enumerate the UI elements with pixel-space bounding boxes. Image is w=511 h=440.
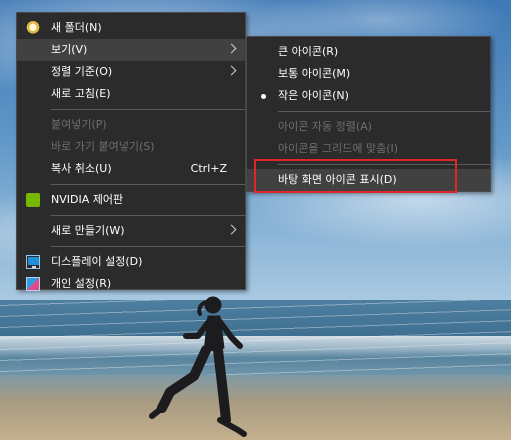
menu-item-paste[interactable]: 붙여넣기(P) xyxy=(17,114,245,136)
menu-separator xyxy=(278,111,490,112)
menu-item-label: 큰 아이콘(R) xyxy=(278,45,339,58)
menu-separator xyxy=(51,184,245,185)
chevron-right-icon xyxy=(226,43,237,54)
menu-separator xyxy=(51,246,245,247)
menu-item-new-folder[interactable]: 새 폴더(N) xyxy=(17,17,245,39)
menu-item-label: 붙여넣기(P) xyxy=(51,118,107,131)
menu-item-undo-copy[interactable]: 복사 취소(U) Ctrl+Z xyxy=(17,158,245,180)
chevron-right-icon xyxy=(226,224,237,235)
menu-item-label: 아이콘 자동 정렬(A) xyxy=(278,120,372,133)
menu-item-label: NVIDIA 제어판 xyxy=(51,193,124,206)
menu-item-sort-by[interactable]: 정렬 기준(O) xyxy=(17,61,245,83)
desktop-context-menu: 새 폴더(N) 보기(V) 정렬 기준(O) 새로 고침(E) 붙여넣기(P) … xyxy=(16,12,246,291)
folder-icon xyxy=(26,21,40,35)
submenu-item-large-icons[interactable]: 큰 아이콘(R) xyxy=(247,41,490,63)
radio-bullet-icon xyxy=(261,94,266,99)
menu-item-label: 새로 만들기(W) xyxy=(51,224,125,237)
personalize-icon xyxy=(26,277,40,291)
runner-silhouette xyxy=(149,296,247,437)
menu-item-view[interactable]: 보기(V) xyxy=(17,39,245,61)
chevron-right-icon xyxy=(226,65,237,76)
menu-item-label: 보기(V) xyxy=(51,43,88,56)
menu-item-label: 정렬 기준(O) xyxy=(51,65,113,78)
menu-item-display-settings[interactable]: 디스플레이 설정(D) xyxy=(17,251,245,273)
menu-item-paste-shortcut[interactable]: 바로 가기 붙여넣기(S) xyxy=(17,136,245,158)
nvidia-icon xyxy=(26,193,40,207)
menu-separator xyxy=(51,109,245,110)
menu-item-label: 작은 아이콘(N) xyxy=(278,89,349,102)
menu-item-nvidia-control-panel[interactable]: NVIDIA 제어판 xyxy=(17,189,245,211)
menu-separator xyxy=(51,215,245,216)
menu-item-label: 개인 설정(R) xyxy=(51,277,112,290)
wallpaper-beach xyxy=(0,375,511,440)
menu-item-label: 복사 취소(U) xyxy=(51,162,112,175)
menu-item-label: 아이콘을 그리드에 맞춤(I) xyxy=(278,142,399,155)
menu-item-label: 새로 고침(E) xyxy=(51,87,111,100)
menu-item-refresh[interactable]: 새로 고침(E) xyxy=(17,83,245,105)
submenu-item-small-icons[interactable]: 작은 아이콘(N) xyxy=(247,85,490,107)
submenu-item-align-to-grid[interactable]: 아이콘을 그리드에 맞춤(I) xyxy=(247,138,490,160)
menu-item-personalize[interactable]: 개인 설정(R) xyxy=(17,273,245,295)
menu-item-new[interactable]: 새로 만들기(W) xyxy=(17,220,245,242)
menu-item-label: 바로 가기 붙여넣기(S) xyxy=(51,140,155,153)
submenu-item-medium-icons[interactable]: 보통 아이콘(M) xyxy=(247,63,490,85)
annotation-highlight-box xyxy=(254,159,457,193)
menu-item-label: 새 폴더(N) xyxy=(51,21,102,34)
wallpaper-surf xyxy=(0,336,511,358)
shortcut-label: Ctrl+Z xyxy=(190,162,227,175)
submenu-item-auto-arrange[interactable]: 아이콘 자동 정렬(A) xyxy=(247,116,490,138)
monitor-icon xyxy=(26,255,40,269)
menu-item-label: 보통 아이콘(M) xyxy=(278,67,351,80)
menu-item-label: 디스플레이 설정(D) xyxy=(51,255,143,268)
